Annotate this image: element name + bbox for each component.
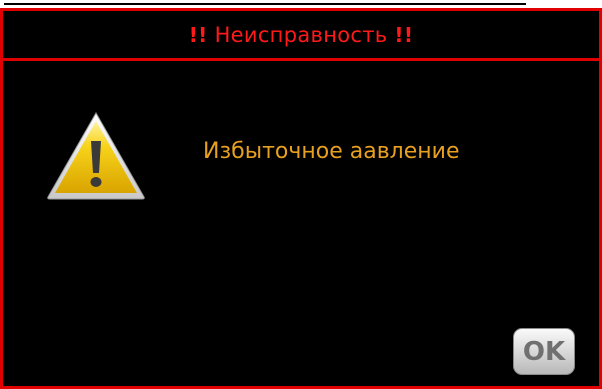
dialog-title: Неисправность — [214, 22, 388, 47]
top-strip — [0, 0, 602, 8]
title-marker-left: !! — [188, 22, 208, 47]
fault-dialog: !! Неисправность !! Избыточное аавление … — [0, 8, 602, 389]
title-marker-right: !! — [394, 22, 414, 47]
ok-button[interactable]: OK — [513, 328, 575, 375]
fault-message: Избыточное аавление — [203, 139, 460, 164]
warning-icon — [47, 111, 145, 200]
dialog-title-bar: !! Неисправность !! — [3, 11, 599, 61]
top-divider — [4, 3, 526, 5]
